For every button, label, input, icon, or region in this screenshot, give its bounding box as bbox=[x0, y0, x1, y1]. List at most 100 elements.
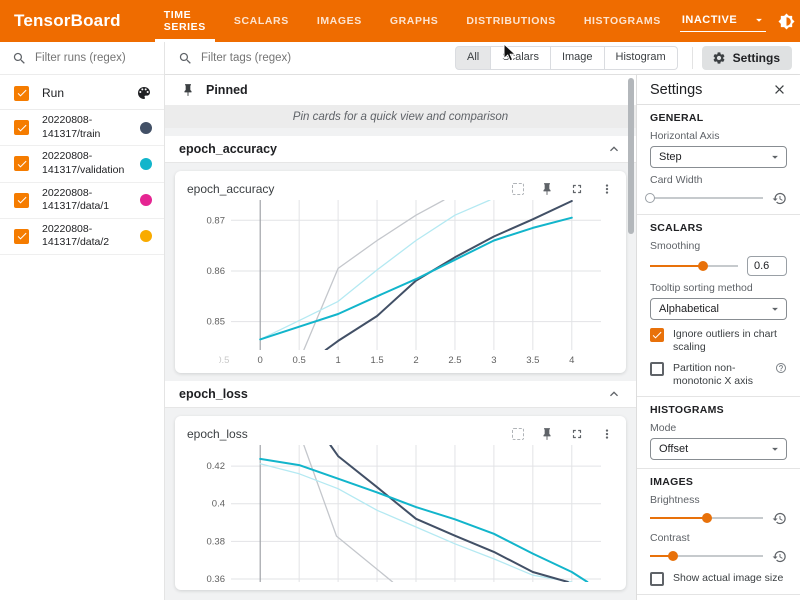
run-row-0[interactable]: 20220808-141317/train bbox=[0, 110, 164, 146]
reset-icon[interactable] bbox=[772, 191, 787, 206]
run-color-dot[interactable] bbox=[140, 158, 152, 170]
partition-x-axis-checkbox[interactable]: Partition non-monotonic X axis bbox=[650, 362, 787, 388]
settings-label: Tooltip sorting method bbox=[650, 282, 787, 294]
smoothing-slider[interactable] bbox=[650, 259, 738, 273]
card-title: epoch_loss bbox=[187, 427, 496, 441]
svg-text:2: 2 bbox=[413, 355, 418, 366]
svg-text:3: 3 bbox=[491, 355, 496, 366]
reload-status-dropdown[interactable]: INACTIVE bbox=[680, 10, 766, 32]
runs-column-title: Run bbox=[42, 86, 136, 100]
run-label: 20220808-141317/data/2 bbox=[42, 223, 140, 250]
settings-panel-title: Settings bbox=[650, 82, 772, 98]
runs-list: 20220808-141317/train 20220808-141317/val… bbox=[0, 109, 164, 255]
contrast-slider[interactable] bbox=[650, 549, 763, 563]
reset-icon[interactable] bbox=[772, 511, 787, 526]
svg-text:0.87: 0.87 bbox=[207, 215, 226, 226]
reset-icon[interactable] bbox=[772, 549, 787, 564]
tab-histograms[interactable]: HISTOGRAMS bbox=[575, 0, 670, 42]
epoch-accuracy-chart[interactable]: 0.850.860.8700.511.522.533.54-0.54.5 bbox=[187, 200, 606, 367]
smoothing-value-input[interactable] bbox=[747, 256, 787, 276]
pinned-hint: Pin cards for a quick view and compariso… bbox=[165, 105, 636, 128]
fit-to-data-icon[interactable] bbox=[512, 428, 524, 440]
run-label: 20220808-141317/validation bbox=[42, 150, 140, 177]
slider-row bbox=[650, 256, 787, 276]
tab-distributions[interactable]: DISTRIBUTIONS bbox=[457, 0, 564, 42]
select-all-runs-checkbox[interactable] bbox=[14, 86, 29, 101]
chevron-up-icon[interactable] bbox=[606, 386, 622, 402]
pin-card-icon[interactable] bbox=[540, 427, 554, 441]
tags-toolbar: AllScalarsImageHistogram Settings bbox=[165, 42, 800, 75]
settings-section-heading: HISTOGRAMS bbox=[650, 404, 787, 416]
show-actual-image-size-checkbox[interactable]: Show actual image size bbox=[650, 572, 787, 586]
svg-text:0.4: 0.4 bbox=[212, 499, 225, 510]
app-logo: TensorBoard bbox=[14, 11, 121, 31]
fullscreen-icon[interactable] bbox=[570, 182, 584, 196]
checkbox-label: Ignore outliers in chart scaling bbox=[673, 328, 787, 354]
filter-runs-input[interactable] bbox=[35, 52, 145, 64]
section-header-epoch-accuracy[interactable]: epoch_accuracy bbox=[165, 136, 636, 163]
card-width-slider[interactable] bbox=[650, 191, 763, 205]
tab-scalars[interactable]: SCALARS bbox=[225, 0, 298, 42]
more-options-icon[interactable] bbox=[600, 182, 614, 196]
settings-panel: Settings GENERALHorizontal AxisStepCard … bbox=[636, 75, 800, 600]
filter-tags-field[interactable] bbox=[178, 51, 455, 66]
run-row-1[interactable]: 20220808-141317/validation bbox=[0, 146, 164, 182]
run-color-dot[interactable] bbox=[140, 230, 152, 242]
scrollbar-thumb[interactable] bbox=[628, 78, 634, 234]
run-checkbox[interactable] bbox=[14, 120, 29, 135]
section-header-epoch-loss[interactable]: epoch_loss bbox=[165, 381, 636, 408]
tag-filter-histogram[interactable]: Histogram bbox=[605, 46, 678, 69]
chevron-up-icon[interactable] bbox=[606, 141, 622, 157]
run-checkbox[interactable] bbox=[14, 229, 29, 244]
checkbox[interactable] bbox=[650, 328, 664, 342]
horizontal-axis-dropdown[interactable]: Step bbox=[650, 146, 787, 168]
series-20220808-141317-train bbox=[326, 201, 572, 350]
settings-button-label: Settings bbox=[733, 51, 780, 65]
tab-graphs[interactable]: GRAPHS bbox=[381, 0, 448, 42]
svg-text:0.42: 0.42 bbox=[207, 461, 226, 472]
topbar: TensorBoard TIME SERIESSCALARSIMAGESGRAP… bbox=[0, 0, 800, 42]
more-options-icon[interactable] bbox=[600, 427, 614, 441]
filter-tags-input[interactable] bbox=[201, 52, 401, 64]
settings-section-histograms: HISTOGRAMSModeOffset bbox=[637, 397, 800, 469]
run-color-dot[interactable] bbox=[140, 194, 152, 206]
run-checkbox[interactable] bbox=[14, 193, 29, 208]
svg-text:1.5: 1.5 bbox=[370, 355, 383, 366]
checkbox[interactable] bbox=[650, 362, 664, 376]
histogram-mode-dropdown[interactable]: Offset bbox=[650, 438, 787, 460]
brightness-icon[interactable] bbox=[774, 8, 800, 34]
checkbox[interactable] bbox=[650, 572, 664, 586]
checkbox-label: Show actual image size bbox=[673, 572, 783, 585]
run-row-3[interactable]: 20220808-141317/data/2 bbox=[0, 219, 164, 255]
tag-filter-scalars[interactable]: Scalars bbox=[491, 46, 551, 69]
epoch-loss-chart[interactable]: 0.360.380.40.42 bbox=[187, 445, 606, 584]
svg-text:0.86: 0.86 bbox=[207, 266, 226, 277]
reload-status-label: INACTIVE bbox=[682, 14, 752, 26]
run-color-dot[interactable] bbox=[140, 122, 152, 134]
tag-filter-all[interactable]: All bbox=[455, 46, 491, 69]
fullscreen-icon[interactable] bbox=[570, 427, 584, 441]
run-row-2[interactable]: 20220808-141317/data/1 bbox=[0, 183, 164, 219]
close-icon[interactable] bbox=[772, 82, 787, 97]
cards-scroll-area: Pinned Pin cards for a quick view and co… bbox=[165, 75, 636, 600]
run-checkbox[interactable] bbox=[14, 156, 29, 171]
brightness-slider[interactable] bbox=[650, 511, 763, 525]
settings-button[interactable]: Settings bbox=[702, 46, 792, 70]
tab-images[interactable]: IMAGES bbox=[308, 0, 371, 42]
settings-label: Smoothing bbox=[650, 240, 787, 252]
tag-filter-image[interactable]: Image bbox=[551, 46, 605, 69]
pin-card-icon[interactable] bbox=[540, 182, 554, 196]
pinned-title: Pinned bbox=[206, 83, 248, 97]
content-scrollbar[interactable] bbox=[627, 75, 636, 600]
settings-section-heading: GENERAL bbox=[650, 112, 787, 124]
filter-runs-field[interactable] bbox=[0, 42, 164, 75]
search-icon bbox=[178, 51, 193, 66]
runs-sidebar: Run 20220808-141317/train20220808-141317… bbox=[0, 42, 165, 600]
ignore-outliers-checkbox[interactable]: Ignore outliers in chart scaling bbox=[650, 328, 787, 354]
tooltip-sorting-dropdown[interactable]: Alphabetical bbox=[650, 298, 787, 320]
fit-to-data-icon[interactable] bbox=[512, 183, 524, 195]
tab-time-series[interactable]: TIME SERIES bbox=[155, 0, 215, 42]
palette-icon[interactable] bbox=[136, 85, 152, 101]
run-label: 20220808-141317/train bbox=[42, 114, 140, 141]
svg-text:3.5: 3.5 bbox=[526, 355, 539, 366]
